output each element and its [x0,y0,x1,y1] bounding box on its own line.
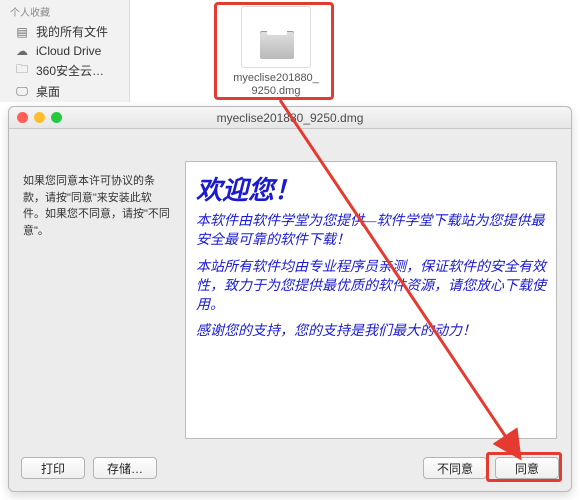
license-instructions: 如果您同意本许可协议的条款，请按"同意"来安装此软件。如果您不同意，请按"不同意… [23,173,173,239]
sidebar-section-header: 个人收藏 [0,2,129,21]
sidebar-item-label: 我的所有文件 [36,23,108,40]
sidebar-item-label: 360安全云… [36,62,104,79]
finder-window: 个人收藏 ▤ 我的所有文件 ☁ iCloud Drive 🗀 360安全云… 🖵… [0,0,580,102]
sidebar-item-label: iCloud Drive [36,44,101,58]
sidebar-item-360cloud[interactable]: 🗀 360安全云… [0,60,129,81]
titlebar[interactable]: myeclise201880_9250.dmg [9,107,571,129]
desktop-icon: 🖵 [14,85,30,99]
save-button[interactable]: 存储… [93,457,157,479]
sidebar-item-all-files[interactable]: ▤ 我的所有文件 [0,21,129,42]
file-label: myeclise201880_9250.dmg [220,72,332,98]
print-button[interactable]: 打印 [21,457,85,479]
installer-window: myeclise201880_9250.dmg 如果您同意本许可协议的条款，请按… [8,106,572,492]
license-paragraph: 本站所有软件均由专业程序员亲测，保证软件的安全有效性，致力于为您提供最优质的软件… [196,259,546,316]
sidebar-item-label: 桌面 [36,83,60,100]
agree-button[interactable]: 同意 [495,457,559,479]
license-textarea[interactable]: 欢迎您！ 本软件由软件学堂为您提供—软件学堂下载站为您提供最安全最可靠的软件下载… [185,161,557,439]
disagree-button[interactable]: 不同意 [423,457,487,479]
license-paragraph: 感谢您的支持，您的支持是我们最大的动力！ [196,323,546,342]
drive-icon: ▤ [14,25,30,39]
file-item-dmg[interactable]: myeclise201880_9250.dmg [220,6,332,98]
license-heading: 欢迎您！ [196,170,546,207]
folder-icon: 🗀 [14,64,30,78]
finder-sidebar: 个人收藏 ▤ 我的所有文件 ☁ iCloud Drive 🗀 360安全云… 🖵… [0,0,130,102]
dmg-file-icon [241,6,311,68]
installer-content: 如果您同意本许可协议的条款，请按"同意"来安装此软件。如果您不同意，请按"不同意… [9,129,571,445]
sidebar-item-desktop[interactable]: 🖵 桌面 [0,81,129,102]
button-bar: 打印 存储… 不同意 同意 [9,445,571,491]
sidebar-item-icloud[interactable]: ☁ iCloud Drive [0,42,129,60]
finder-content: myeclise201880_9250.dmg [130,0,580,102]
license-paragraph: 本软件由软件学堂为您提供—软件学堂下载站为您提供最安全最可靠的软件下载！ [196,213,546,251]
cloud-icon: ☁ [14,44,30,58]
window-title: myeclise201880_9250.dmg [9,111,571,125]
